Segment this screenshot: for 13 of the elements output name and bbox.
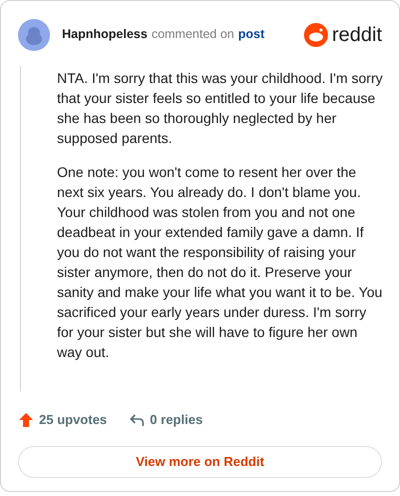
- upvote-arrow-icon[interactable]: [18, 412, 34, 428]
- reddit-logo-icon: [304, 22, 328, 46]
- post-link[interactable]: post: [238, 25, 265, 44]
- reply-count: 0 replies: [150, 411, 203, 430]
- reply-arrow-icon[interactable]: [128, 413, 145, 427]
- comment-paragraph: NTA. I'm sorry that this was your childhood. I'm sorry that your sister feels so entitled to your life because she has been so thoroughly neglected by her supposed parents.: [57, 69, 383, 148]
- upvote-count: 25 upvotes: [39, 411, 107, 430]
- author-name[interactable]: Hapnhopeless: [62, 25, 148, 44]
- action-text: commented on: [151, 26, 234, 44]
- view-more-button[interactable]: View more on Reddit: [18, 446, 382, 478]
- brand-name: reddit: [332, 24, 382, 44]
- comment-paragraph: One note: you won't come to resent her over the next six years. You already do. I don't blame you. Your childhood was stolen from you and not one deadbeat in your extended family gave a damn. If you do not want the responsibility of raising your sister anymore, then do not do it. Preserve your sanity and make your life what you want it to be. You sacrificed your early years under duress. I'm sorry for your sister but she will have to figure her own way out.: [57, 163, 383, 362]
- avatar-icon: [18, 18, 50, 50]
